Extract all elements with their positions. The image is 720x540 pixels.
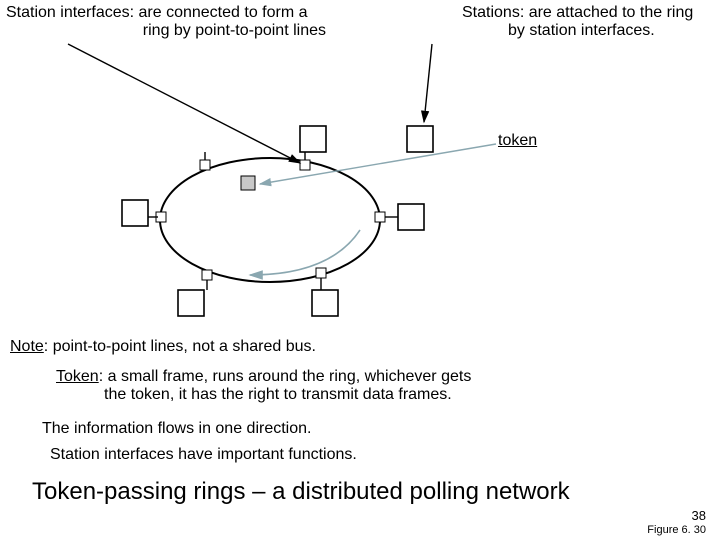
token-icon <box>241 176 255 190</box>
station-node <box>178 290 204 316</box>
station-node <box>407 126 433 152</box>
note-rest: : a small frame, runs around the ring, w… <box>99 368 472 385</box>
arrow-flow <box>250 230 360 275</box>
arrow-to-station <box>424 44 432 122</box>
arrow-token-label <box>260 144 496 184</box>
interface-node <box>200 160 210 170</box>
interface-node <box>316 268 326 278</box>
station-node <box>312 290 338 316</box>
page-number: 38 <box>692 508 706 523</box>
note-line2: the token, it has the right to transmit … <box>56 386 576 404</box>
note-flow: The information flows in one direction. <box>42 420 311 438</box>
note-ptp: Note: point-to-point lines, not a shared… <box>10 338 316 356</box>
note-functions: Station interfaces have important functi… <box>50 446 357 464</box>
station-node <box>300 126 326 152</box>
slide-title: Token-passing rings – a distributed poll… <box>32 478 570 506</box>
interface-node <box>375 212 385 222</box>
note-prefix: Token <box>56 368 99 385</box>
arrow-to-interface <box>68 44 300 163</box>
interface-node <box>202 270 212 280</box>
station-node <box>122 200 148 226</box>
stations-group <box>122 126 433 316</box>
note-rest: : point-to-point lines, not a shared bus… <box>44 338 316 355</box>
station-lines <box>146 152 398 290</box>
interface-node <box>300 160 310 170</box>
station-node <box>398 204 424 230</box>
ring-ellipse <box>160 158 380 282</box>
figure-label: Figure 6. 30 <box>647 524 706 536</box>
note-token: Token: a small frame, runs around the ri… <box>56 368 576 404</box>
note-prefix: Note <box>10 338 44 355</box>
